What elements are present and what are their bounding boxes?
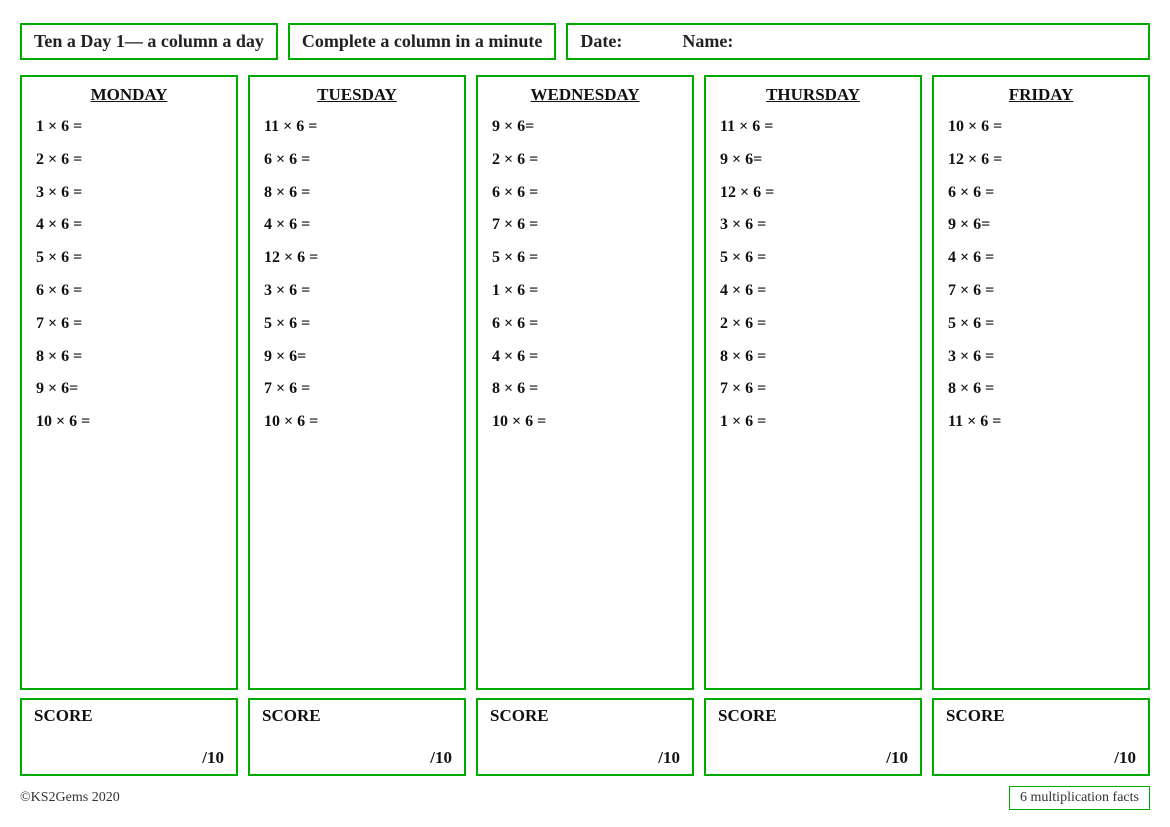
page: Ten a Day 1— a column a day Complete a c…: [0, 0, 1170, 827]
fact-item: 4 × 6 =: [948, 242, 1134, 275]
day-header-friday: FRIDAY: [948, 85, 1134, 105]
fact-item: 7 × 6 =: [720, 373, 906, 406]
fact-item: 2 × 6 =: [492, 144, 678, 177]
day-box-tuesday: TUESDAY 11 × 6 =6 × 6 =8 × 6 =4 × 6 =12 ×…: [248, 75, 466, 690]
fact-item: 10 × 6 =: [264, 406, 450, 439]
fact-item: 9 × 6=: [948, 209, 1134, 242]
fact-item: 11 × 6 =: [264, 111, 450, 144]
fact-item: 4 × 6 =: [720, 275, 906, 308]
fact-item: 7 × 6 =: [36, 308, 222, 341]
fact-item: 7 × 6 =: [264, 373, 450, 406]
fact-item: 6 × 6 =: [264, 144, 450, 177]
fact-item: 4 × 6 =: [264, 209, 450, 242]
day-header-thursday: THURSDAY: [720, 85, 906, 105]
fact-item: 8 × 6 =: [264, 177, 450, 210]
score-box-wednesday: SCORE/10: [476, 698, 694, 776]
fact-item: 5 × 6 =: [492, 242, 678, 275]
score-box-friday: SCORE/10: [932, 698, 1150, 776]
fact-item: 7 × 6 =: [948, 275, 1134, 308]
fact-item: 5 × 6 =: [948, 308, 1134, 341]
fact-item: 10 × 6 =: [36, 406, 222, 439]
fact-item: 9 × 6=: [492, 111, 678, 144]
day-header-monday: MONDAY: [36, 85, 222, 105]
score-label: SCORE: [262, 706, 452, 726]
fact-item: 7 × 6 =: [492, 209, 678, 242]
fact-item: 8 × 6 =: [492, 373, 678, 406]
fact-item: 6 × 6 =: [492, 177, 678, 210]
score-box-monday: SCORE/10: [20, 698, 238, 776]
score-value: /10: [946, 748, 1136, 768]
fact-item: 4 × 6 =: [36, 209, 222, 242]
fact-item: 1 × 6 =: [720, 406, 906, 439]
day-header-tuesday: TUESDAY: [264, 85, 450, 105]
fact-item: 11 × 6 =: [720, 111, 906, 144]
score-value: /10: [718, 748, 908, 768]
fact-item: 5 × 6 =: [264, 308, 450, 341]
score-label: SCORE: [34, 706, 224, 726]
fact-item: 8 × 6 =: [720, 341, 906, 374]
score-value: /10: [262, 748, 452, 768]
day-box-monday: MONDAY 1 × 6 =2 × 6 =3 × 6 =4 × 6 =5 × 6 …: [20, 75, 238, 690]
day-column-monday: MONDAY 1 × 6 =2 × 6 =3 × 6 =4 × 6 =5 × 6 …: [20, 75, 238, 776]
score-label: SCORE: [718, 706, 908, 726]
fact-item: 10 × 6 =: [948, 111, 1134, 144]
day-column-thursday: THURSDAY 11 × 6 =9 × 6=12 × 6 =3 × 6 =5 ×…: [704, 75, 922, 776]
fact-item: 6 × 6 =: [36, 275, 222, 308]
fact-item: 8 × 6 =: [948, 373, 1134, 406]
title-box: Ten a Day 1— a column a day: [20, 23, 278, 60]
fact-item: 12 × 6 =: [720, 177, 906, 210]
multiplication-tag: 6 multiplication facts: [1009, 786, 1150, 810]
fact-item: 11 × 6 =: [948, 406, 1134, 439]
day-header-wednesday: WEDNESDAY: [492, 85, 678, 105]
fact-item: 3 × 6 =: [948, 341, 1134, 374]
title-text: Ten a Day 1— a column a day: [34, 31, 264, 51]
fact-item: 1 × 6 =: [492, 275, 678, 308]
fact-item: 4 × 6 =: [492, 341, 678, 374]
copyright: ©KS2Gems 2020: [20, 790, 120, 806]
footer: ©KS2Gems 2020 6 multiplication facts: [20, 784, 1150, 812]
fact-item: 12 × 6 =: [264, 242, 450, 275]
fact-item: 3 × 6 =: [264, 275, 450, 308]
fact-item: 5 × 6 =: [720, 242, 906, 275]
day-column-wednesday: WEDNESDAY9 × 6=2 × 6 =6 × 6 =7 × 6 =5 × …: [476, 75, 694, 776]
fact-item: 3 × 6 =: [720, 209, 906, 242]
fact-item: 10 × 6 =: [492, 406, 678, 439]
instruction-box: Complete a column in a minute: [288, 23, 557, 60]
score-value: /10: [490, 748, 680, 768]
fact-item: 2 × 6 =: [36, 144, 222, 177]
fact-item: 9 × 6=: [264, 341, 450, 374]
fact-item: 6 × 6 =: [492, 308, 678, 341]
fact-item: 9 × 6=: [720, 144, 906, 177]
header: Ten a Day 1— a column a day Complete a c…: [20, 15, 1150, 67]
fact-item: 6 × 6 =: [948, 177, 1134, 210]
fact-item: 3 × 6 =: [36, 177, 222, 210]
day-box-thursday: THURSDAY 11 × 6 =9 × 6=12 × 6 =3 × 6 =5 ×…: [704, 75, 922, 690]
score-label: SCORE: [946, 706, 1136, 726]
day-column-tuesday: TUESDAY 11 × 6 =6 × 6 =8 × 6 =4 × 6 =12 ×…: [248, 75, 466, 776]
fact-item: 12 × 6 =: [948, 144, 1134, 177]
fact-item: 9 × 6=: [36, 373, 222, 406]
name-label: Name:: [682, 31, 733, 52]
fact-item: 2 × 6 =: [720, 308, 906, 341]
day-column-friday: FRIDAY 10 × 6 =12 × 6 =6 × 6 =9 × 6=4 × 6…: [932, 75, 1150, 776]
day-box-wednesday: WEDNESDAY9 × 6=2 × 6 =6 × 6 =7 × 6 =5 × …: [476, 75, 694, 690]
date-name-box: Date: Name:: [566, 23, 1150, 60]
fact-item: 8 × 6 =: [36, 341, 222, 374]
score-value: /10: [34, 748, 224, 768]
date-label: Date:: [580, 31, 622, 52]
instruction-text: Complete a column in a minute: [302, 31, 543, 51]
score-label: SCORE: [490, 706, 680, 726]
columns-area: MONDAY1 × 6 =2 × 6 =3 × 6 =4 × 6 =5 × 6 …: [20, 75, 1150, 776]
score-box-thursday: SCORE/10: [704, 698, 922, 776]
day-box-friday: FRIDAY 10 × 6 =12 × 6 =6 × 6 =9 × 6=4 × 6…: [932, 75, 1150, 690]
fact-item: 1 × 6 =: [36, 111, 222, 144]
fact-item: 5 × 6 =: [36, 242, 222, 275]
tag-text: 6 multiplication facts: [1020, 790, 1139, 805]
score-box-tuesday: SCORE/10: [248, 698, 466, 776]
